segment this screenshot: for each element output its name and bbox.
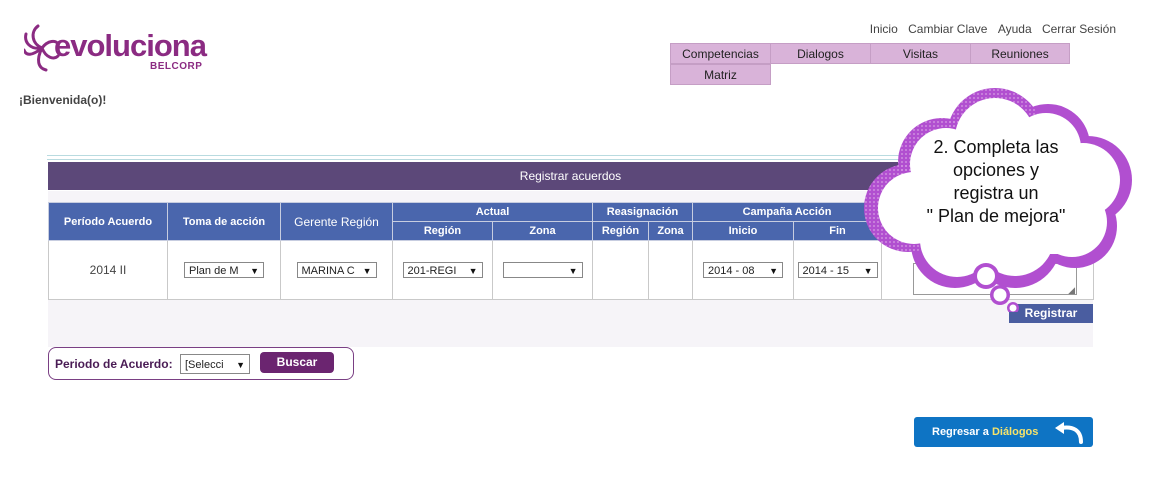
cell-reasig-region [592, 240, 649, 300]
region-select[interactable]: 201-REGI ▼ [402, 262, 483, 278]
header-toma: Toma de acción [167, 202, 281, 241]
dropdown-arrow-icon: ▼ [568, 266, 578, 276]
inicio-select[interactable]: 2014 - 08 ▼ [703, 262, 783, 278]
callout-line: " Plan de mejora" [926, 206, 1066, 226]
zona-select[interactable]: ▼ [502, 262, 583, 278]
region-select-value: 201-REGI [407, 265, 457, 277]
tab-reuniones[interactable]: Reuniones [970, 43, 1070, 64]
regresar-prefix: Regresar a [932, 426, 992, 438]
callout-line: 2. Completa las [933, 137, 1059, 157]
regresar-highlight: Diálogos [991, 426, 1039, 438]
header-reasignacion: Reasignación [592, 202, 693, 222]
callout-line: opciones y [952, 160, 1040, 180]
cell-reasig-zona [648, 240, 693, 300]
cell-region: 201-REGI ▼ [392, 240, 493, 300]
tab-dialogos[interactable]: Dialogos [770, 43, 871, 64]
link-inicio[interactable]: Inicio [870, 22, 898, 36]
periodo-select[interactable]: [Selecci ▼ [180, 354, 250, 374]
dropdown-arrow-icon: ▼ [769, 266, 778, 276]
gerente-select[interactable]: MARINA C ▼ [296, 262, 377, 278]
callout-line: registra un [953, 183, 1039, 203]
tab-competencias[interactable]: Competencias [670, 43, 771, 64]
inicio-select-value: 2014 - 08 [708, 265, 755, 277]
gerente-select-value: MARINA C [301, 265, 355, 277]
buscar-button[interactable]: Buscar [260, 352, 334, 373]
header-reasig-zona: Zona [648, 221, 693, 241]
periodo-filter-label: Periodo de Acuerdo: [55, 357, 173, 371]
dropdown-arrow-icon: ▼ [362, 266, 372, 276]
cell-inicio: 2014 - 08 ▼ [692, 240, 794, 300]
cell-gerente: MARINA C ▼ [280, 240, 393, 300]
toma-select[interactable]: Plan de M ▼ [184, 262, 264, 278]
dropdown-arrow-icon: ▼ [250, 266, 259, 276]
logo-wordmark: evoluciona [54, 28, 207, 63]
toma-select-value: Plan de M [189, 265, 239, 277]
cell-periodo: 2014 II [48, 240, 168, 300]
link-cerrar-sesion[interactable]: Cerrar Sesión [1042, 22, 1116, 36]
top-links: Inicio Cambiar Clave Ayuda Cerrar Sesión [863, 22, 1116, 36]
header-actual-region: Región [392, 221, 493, 241]
back-arrow-icon [1055, 422, 1083, 444]
tab-visitas[interactable]: Visitas [870, 43, 971, 64]
header-gerente: Gerente Región [280, 202, 393, 241]
periodo-select-value: [Selecci [185, 359, 224, 371]
welcome-text: ¡Bienvenida(o)! [19, 93, 107, 107]
tab-matriz[interactable]: Matriz [670, 64, 771, 85]
header-actual-zona: Zona [492, 221, 593, 241]
dropdown-arrow-icon: ▼ [236, 360, 245, 370]
evoluciona-logo: evoluciona BELCORP [24, 22, 214, 74]
regresar-dialogos-button[interactable]: Regresar a Diálogos [914, 417, 1093, 447]
cell-zona: ▼ [492, 240, 593, 300]
header-inicio: Inicio [692, 221, 794, 241]
callout-text: 2. Completa las opciones y registra un "… [906, 136, 1086, 228]
logo-subtext: BELCORP [150, 61, 203, 72]
header-periodo: Período Acuerdo [48, 202, 168, 241]
link-ayuda[interactable]: Ayuda [998, 22, 1032, 36]
header-campana: Campaña Acción [692, 202, 882, 222]
cell-toma: Plan de M ▼ [167, 240, 281, 300]
dropdown-arrow-icon: ▼ [468, 266, 478, 276]
header-actual: Actual [392, 202, 593, 222]
header-reasig-region: Región [592, 221, 649, 241]
fin-select-value: 2014 - 15 [802, 265, 849, 277]
link-cambiar-clave[interactable]: Cambiar Clave [908, 22, 987, 36]
